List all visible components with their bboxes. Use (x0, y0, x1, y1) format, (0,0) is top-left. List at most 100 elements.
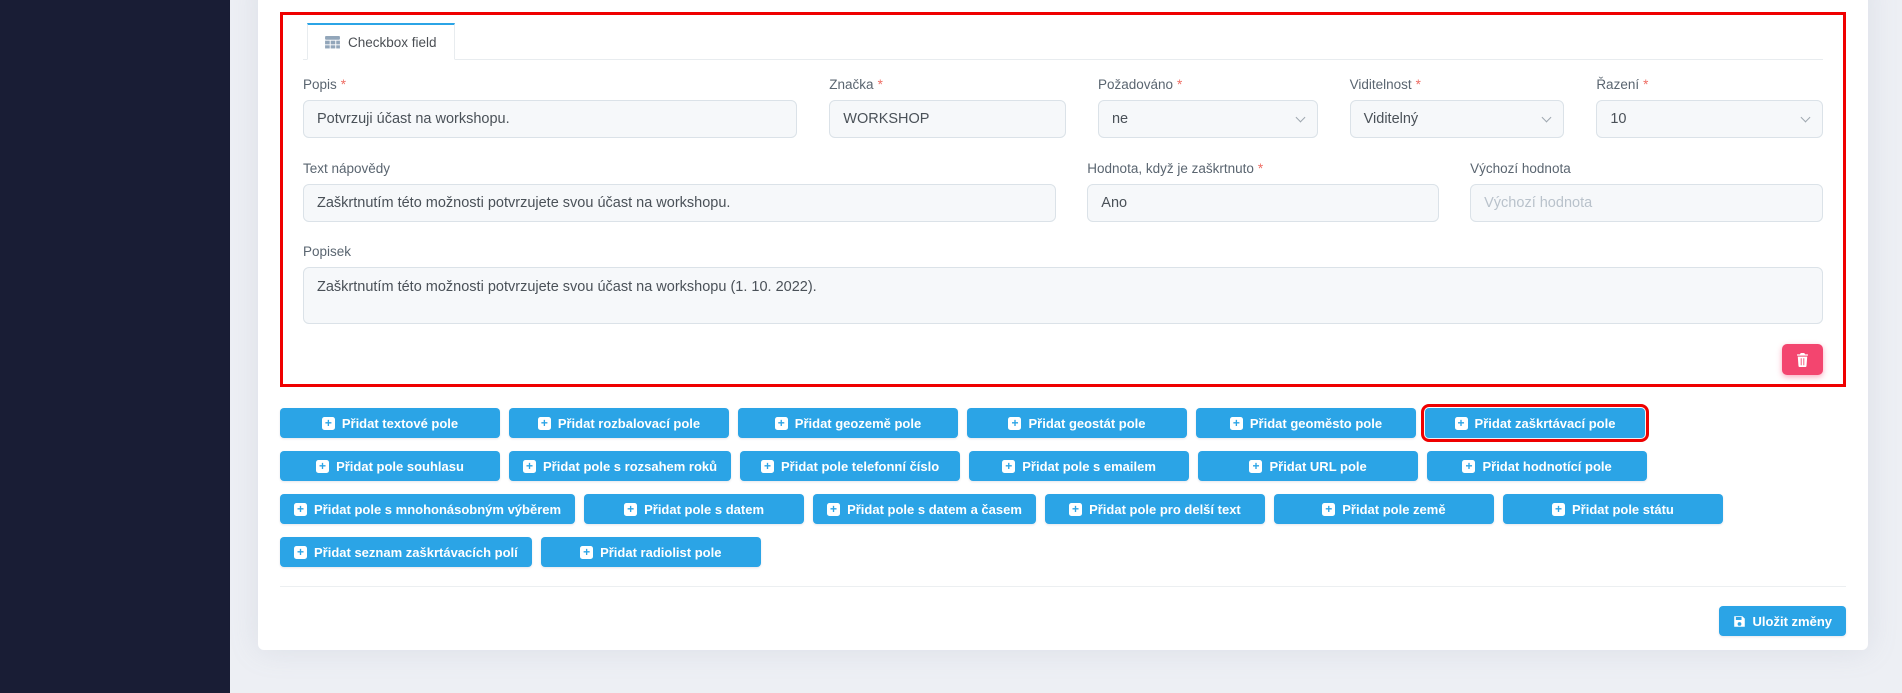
add-button-label: Přidat radiolist pole (600, 544, 722, 560)
add-button-label: Přidat textové pole (341, 415, 459, 431)
required-marker: * (1177, 77, 1183, 92)
field-group-popis: Popis * (303, 77, 798, 138)
add-button-label: Přidat pole s rozsahem roků (543, 458, 718, 474)
add-email-field-button[interactable]: + Přidat pole s emailem (969, 451, 1190, 481)
plus-square-icon: + (827, 502, 841, 516)
add-button-label: Přidat rozbalovací pole (557, 415, 701, 431)
plus-square-icon: + (774, 416, 788, 430)
add-longtext-field-button[interactable]: + Přidat pole pro delší text (1044, 494, 1265, 524)
add-button-label: Přidat pole pro delší text (1089, 501, 1241, 517)
field-group-hodnota-zaskrtnuto: Hodnota, když je zaškrtnuto * (1087, 161, 1440, 222)
add-button-label: Přidat pole s datem a časem (847, 501, 1022, 517)
add-checkbox-list-field-button[interactable]: + Přidat seznam zaškrtávacích polí (280, 537, 532, 567)
help-text-label: Text nápovědy (303, 161, 391, 176)
plus-square-icon: + (761, 459, 774, 473)
plus-square-icon: + (1249, 459, 1263, 473)
add-button-label: Přidat pole země (1342, 501, 1446, 517)
add-country-field-button[interactable]: + Přidat pole země (1273, 494, 1494, 524)
add-geostate-field-button[interactable]: + Přidat geostát pole (967, 408, 1187, 438)
plus-square-icon: + (316, 459, 330, 473)
plus-square-icon: + (1551, 502, 1565, 516)
add-phone-field-button[interactable]: + Přidat pole telefonní číslo (740, 451, 961, 481)
field-group-pozadovano: Požadováno * ne (1097, 77, 1318, 138)
field-group-vychozi-hodnota: Výchozí hodnota (1470, 161, 1823, 222)
help-text-input[interactable] (303, 184, 1057, 222)
plus-square-icon: + (1008, 416, 1022, 430)
card-footer: Uložit změny (280, 586, 1846, 636)
tab-checkbox-field[interactable]: Checkbox field (307, 23, 455, 60)
field-group-viditelnost: Viditelnost * Viditelný (1349, 77, 1565, 138)
chevron-down-icon (1800, 112, 1811, 123)
add-button-label: Přidat pole s mnohonásobným výběrem (314, 501, 562, 517)
default-value-label: Výchozí hodnota (1470, 161, 1571, 176)
add-rating-field-button[interactable]: + Přidat hodnotící pole (1427, 451, 1648, 481)
sidebar-nav (0, 0, 230, 693)
caption-textarea[interactable]: Zaškrtnutím této možnosti potvrzujete sv… (303, 267, 1823, 324)
visibility-select-value: Viditelný (1363, 111, 1419, 127)
caption-label: Popisek (303, 244, 352, 259)
tag-label: Značka * (829, 77, 883, 92)
add-button-label: Přidat pole státu (1571, 501, 1674, 517)
add-multiselect-field-button[interactable]: + Přidat pole s mnohonásobným výběrem (280, 494, 576, 524)
required-marker: * (340, 77, 347, 92)
add-datetime-field-button[interactable]: + Přidat pole s datem a časem (813, 494, 1036, 524)
chevron-down-icon (1295, 112, 1306, 123)
add-button-label: Přidat URL pole (1269, 458, 1367, 474)
add-button-label: Přidat pole s emailem (1022, 458, 1156, 474)
required-select-value: ne (1111, 111, 1129, 127)
save-icon (1733, 615, 1746, 628)
default-value-input[interactable] (1470, 184, 1823, 222)
add-button-label: Přidat pole telefonní číslo (781, 458, 940, 474)
add-button-label: Přidat geoměsto pole (1249, 415, 1383, 431)
required-marker: * (1643, 77, 1649, 92)
save-button-label: Uložit změny (1752, 613, 1832, 629)
field-group-znacka: Značka * (829, 77, 1066, 138)
tab-bar: Checkbox field (303, 23, 1823, 60)
plus-square-icon: + (321, 416, 335, 430)
visibility-label: Viditelnost * (1349, 77, 1421, 92)
save-button[interactable]: Uložit změny (1718, 606, 1846, 636)
tag-input[interactable] (829, 100, 1066, 138)
delete-field-button[interactable] (1782, 344, 1823, 375)
plus-square-icon: + (523, 459, 536, 473)
plus-square-icon: + (1229, 416, 1243, 430)
add-button-label: Přidat pole s datem (644, 501, 765, 517)
plus-square-icon: + (1454, 416, 1468, 430)
add-consent-field-button[interactable]: + Přidat pole souhlasu (280, 451, 500, 481)
add-date-field-button[interactable]: + Přidat pole s datem (584, 494, 805, 524)
plus-square-icon: + (1322, 502, 1336, 516)
ordering-select[interactable]: 10 (1596, 100, 1823, 138)
required-label: Požadováno * (1097, 77, 1183, 92)
add-button-label: Přidat pole souhlasu (336, 458, 464, 474)
add-text-field-button[interactable]: + Přidat textové pole (280, 408, 500, 438)
field-group-popisek: Popisek Zaškrtnutím této možnosti potvrz… (303, 244, 1823, 324)
checked-value-input[interactable] (1087, 184, 1440, 222)
add-button-label: Přidat zaškrtávací pole (1474, 415, 1616, 431)
required-select[interactable]: ne (1097, 100, 1318, 138)
add-radiolist-field-button[interactable]: + Přidat radiolist pole (540, 537, 761, 567)
add-state-field-button[interactable]: + Přidat pole státu (1502, 494, 1723, 524)
checked-value-label: Hodnota, když je zaškrtnuto * (1087, 161, 1264, 176)
table-icon (325, 35, 340, 49)
plus-square-icon: + (1462, 459, 1476, 473)
add-button-label: Přidat geozemě pole (794, 415, 922, 431)
plus-square-icon: + (294, 545, 307, 559)
field-editor-card: Checkbox field Popis* Značka* (258, 0, 1868, 650)
highlighted-editor-section: Checkbox field Popis* Značka* (280, 12, 1846, 387)
add-geocity-field-button[interactable]: + Přidat geoměsto pole (1196, 408, 1416, 438)
description-input[interactable] (303, 100, 798, 138)
main-content: Checkbox field Popis* Značka* (230, 0, 1902, 693)
plus-square-icon: + (294, 502, 307, 516)
visibility-select[interactable]: Viditelný (1349, 100, 1565, 138)
tab-label: Checkbox field (348, 34, 437, 50)
field-group-text-napovedy: Text nápovědy (303, 161, 1057, 222)
add-year-range-field-button[interactable]: + Přidat pole s rozsahem roků (509, 451, 732, 481)
add-geocountry-field-button[interactable]: + Přidat geozemě pole (738, 408, 958, 438)
page-background: Checkbox field Popis* Značka* (0, 0, 1902, 693)
add-url-field-button[interactable]: + Přidat URL pole (1198, 451, 1419, 481)
required-marker: * (1415, 77, 1421, 92)
required-marker: * (1257, 161, 1264, 176)
add-field-buttons: + Přidat textové pole + Přidat rozbalovací… (280, 404, 1846, 567)
add-checkbox-field-button[interactable]: + Přidat zaškrtávací pole (1421, 404, 1649, 442)
add-dropdown-field-button[interactable]: + Přidat rozbalovací pole (509, 408, 729, 438)
